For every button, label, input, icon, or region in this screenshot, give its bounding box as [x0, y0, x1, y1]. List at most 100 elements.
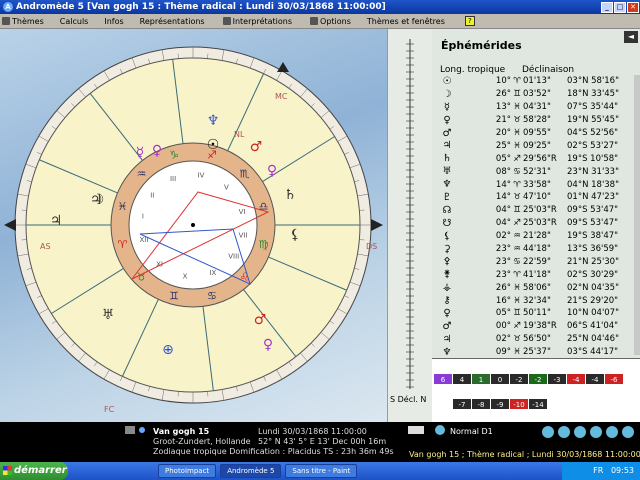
status-coords: 52° N 43' 5° E 13' Dec 00h 16m: [258, 437, 387, 446]
ephemeris-longitude: 00°: [495, 321, 511, 332]
title-bar: A Andromède 5 [Van gogh 15 : Thème radic…: [0, 0, 640, 14]
ephemeris-row[interactable]: ☊ 04° ♊ 25'03"R 09°S 53'47": [438, 204, 634, 217]
ephemeris-longitude: 21°: [495, 115, 511, 126]
menu-calculs[interactable]: Calculs: [60, 17, 89, 26]
ephemeris-row[interactable]: ☉ 10° ♈ 01'13" 03°N 58'16": [438, 75, 634, 88]
planet-glyph-icon: ⚸: [443, 230, 451, 242]
planet-icon: ☿: [136, 145, 145, 161]
ephemeris-longitude: 13°: [495, 102, 511, 113]
ephemeris-row[interactable]: ☽ 26° ♊ 03'52" 18°N 33'45": [438, 88, 634, 101]
menu-themes[interactable]: Thèmes: [0, 17, 44, 26]
maximize-button[interactable]: □: [614, 1, 626, 13]
sign-glyph-icon: ♉: [513, 115, 521, 126]
ephemeris-row[interactable]: ♅ 08° ♋ 52'31" 23°N 31'33": [438, 165, 634, 178]
ephemeris-row[interactable]: ⚳ 23° ♒ 44'18" 13°S 36'59": [438, 243, 634, 256]
ephemeris-row[interactable]: ♃ 02° ♉ 56'50" 25°N 04'46": [438, 333, 634, 346]
planet-glyph-icon: ♂: [442, 320, 452, 332]
planet-glyph-icon: ☉: [442, 75, 452, 87]
ephemeris-row[interactable]: ♃ 25° ♓ 09'25" 02°S 53'27": [438, 139, 634, 152]
aspect-value: -4: [592, 376, 600, 384]
close-button[interactable]: ✕: [627, 1, 639, 13]
menu-infos[interactable]: Infos: [104, 17, 123, 26]
house-number: X: [183, 272, 188, 280]
ephemeris-row[interactable]: ⚷ 16° ♓ 32'34" 21°S 29'20": [438, 294, 634, 307]
planet-glyph-icon: ⚴: [443, 256, 451, 268]
menu-representations[interactable]: Représentations: [140, 17, 205, 26]
mode-icon: [408, 426, 424, 434]
ephemerides-scrollbar[interactable]: [634, 75, 640, 355]
ephemeris-longitude: 26°: [495, 89, 511, 100]
ephemeris-minutes: 52'31": [523, 166, 551, 177]
house-number: VI: [239, 208, 246, 216]
ascendant-arrow-icon: [4, 219, 16, 231]
planet-glyph-icon: ⚶: [442, 282, 452, 294]
ephemeris-minutes: 25'03"R: [523, 205, 557, 216]
ephemeris-row[interactable]: ♆ 14° ♈ 33'58" 04°N 18'38": [438, 178, 634, 191]
ephemeris-row[interactable]: ♄ 05° ♐ 29'56"R 19°S 10'58": [438, 152, 634, 165]
planet-icon: ♅: [102, 307, 115, 323]
ephemerides-title: Éphémérides: [441, 39, 522, 52]
sign-glyph-icon: ♈: [513, 179, 521, 190]
planet-glyph-icon: ⚷: [443, 295, 451, 307]
taskbar: démarrer PhotoImpact Andromède 5 Sans ti…: [0, 462, 640, 480]
ephemeris-row[interactable]: ⚵ 23° ♈ 41'18" 02°S 30'29": [438, 268, 634, 281]
ephemeris-longitude: 08°: [495, 166, 511, 177]
ephemeris-row[interactable]: ♂ 20° ♓ 09'55" 04°S 52'56": [438, 127, 634, 140]
sign-glyph-icon: ♐: [513, 218, 521, 229]
help-icon[interactable]: ?: [464, 16, 475, 26]
sign-glyph-icon: ♈: [513, 269, 521, 280]
zodiac-sign-icon: ♓: [118, 200, 128, 213]
planet-glyph-icon: ♅: [442, 166, 452, 178]
ephemeris-row[interactable]: ♇ 14° ♉ 47'10" 01°N 47'23": [438, 191, 634, 204]
zodiac-wheel[interactable]: ♈♉♊ ♋♌♍♎♏♐♑♒♓IIIIII IVVVIVIIVIIIIXXXIXII☉☿…: [0, 29, 387, 422]
taskbar-paint[interactable]: Sans titre - Paint: [285, 464, 358, 478]
ephemeris-row[interactable]: ♆ 09° ♓ 25'37" 03°S 44'17": [438, 346, 634, 359]
menu-interpretations[interactable]: Interprétations: [221, 17, 292, 26]
house-number: III: [170, 175, 176, 183]
zodiac-sign-icon: ♏: [240, 167, 250, 180]
nav-settings-icon[interactable]: [622, 426, 634, 438]
ephemeris-row[interactable]: ♂ 00° ♐ 19'38"R 06°S 41'04": [438, 320, 634, 333]
taskbar-andromede[interactable]: Andromède 5: [220, 464, 282, 478]
ephemeris-row[interactable]: ⚶ 26° ♓ 58'06" 02°N 04'35": [438, 281, 634, 294]
menu-themes-fenetres[interactable]: Thèmes et fenêtres: [367, 17, 445, 26]
house-number: VII: [239, 232, 248, 240]
aspect-grid[interactable]: 6 4 1 0 -2 -2 -3 -4 -4 -6 -7 -8 -9 -10 -14: [432, 358, 640, 422]
ephemeris-declination: 06°S 41'04": [567, 321, 619, 332]
sign-glyph-icon: ♋: [513, 166, 521, 177]
ephemeris-row[interactable]: ♀ 21° ♉ 58'28" 19°N 55'45": [438, 114, 634, 127]
sign-glyph-icon: ♐: [513, 321, 521, 332]
menu-options[interactable]: Options: [308, 17, 351, 26]
ephemeris-row[interactable]: ♀ 05° ♊ 50'11" 10°N 04'07": [438, 307, 634, 320]
ephemeris-declination: 04°S 52'56": [567, 128, 619, 138]
ephemeris-row[interactable]: ⚴ 23° ♋ 22'59" 21°N 25'30": [438, 255, 634, 268]
taskbar-photoimpact[interactable]: PhotoImpact: [158, 464, 217, 478]
ephemeris-row[interactable]: ⚸ 02° ♒ 21'28" 19°S 38'47": [438, 230, 634, 243]
start-button[interactable]: démarrer: [0, 462, 68, 480]
sign-glyph-icon: ♊: [513, 89, 521, 100]
nav-print-icon[interactable]: [606, 426, 618, 438]
ephemeris-row[interactable]: ☋ 04° ♐ 25'03"R 09°S 53'47": [438, 217, 634, 230]
aspect-grid-canvas[interactable]: 6 4 1 0 -2 -2 -3 -4 -4 -6 -7 -8 -9 -10 -14: [432, 359, 640, 423]
nav-next-icon[interactable]: [574, 426, 586, 438]
zodiac-sign-icon: ♈: [118, 238, 128, 251]
astro-chart-panel[interactable]: ♈ ♉ ♊ ♋ ♌ ♍ ♎ ♏ ♐ ♑ ♒ ♓ I II III IV V VI VII VIII IX X XI XII ☉ ☿…: [0, 29, 387, 422]
nav-first-icon[interactable]: [542, 426, 554, 438]
sign-glyph-icon: ♓: [513, 102, 521, 113]
minimize-button[interactable]: _: [601, 1, 613, 13]
aspect-value: -10: [513, 401, 524, 409]
house-number: VIII: [228, 253, 239, 261]
planet-glyph-icon: ♃: [442, 333, 452, 345]
ephemeris-longitude: 05°: [495, 308, 511, 319]
ephemeris-declination: 18°N 33'45": [567, 89, 620, 100]
nav-prev-icon[interactable]: [558, 426, 570, 438]
declination-scale: S Décl. N: [387, 29, 432, 422]
ephemeris-row[interactable]: ☿ 13° ♓ 04'31" 07°S 35'44": [438, 101, 634, 114]
sign-glyph-icon: ♓: [513, 140, 521, 151]
ephemeris-minutes: 22'59": [523, 256, 551, 267]
planet-icon: ⊕: [162, 342, 174, 358]
nav-last-icon[interactable]: [590, 426, 602, 438]
ephemeris-declination: 19°S 38'47": [567, 231, 619, 242]
panel-close-icon[interactable]: ◄: [624, 31, 638, 43]
ephemeris-minutes: 33'58": [523, 179, 551, 190]
